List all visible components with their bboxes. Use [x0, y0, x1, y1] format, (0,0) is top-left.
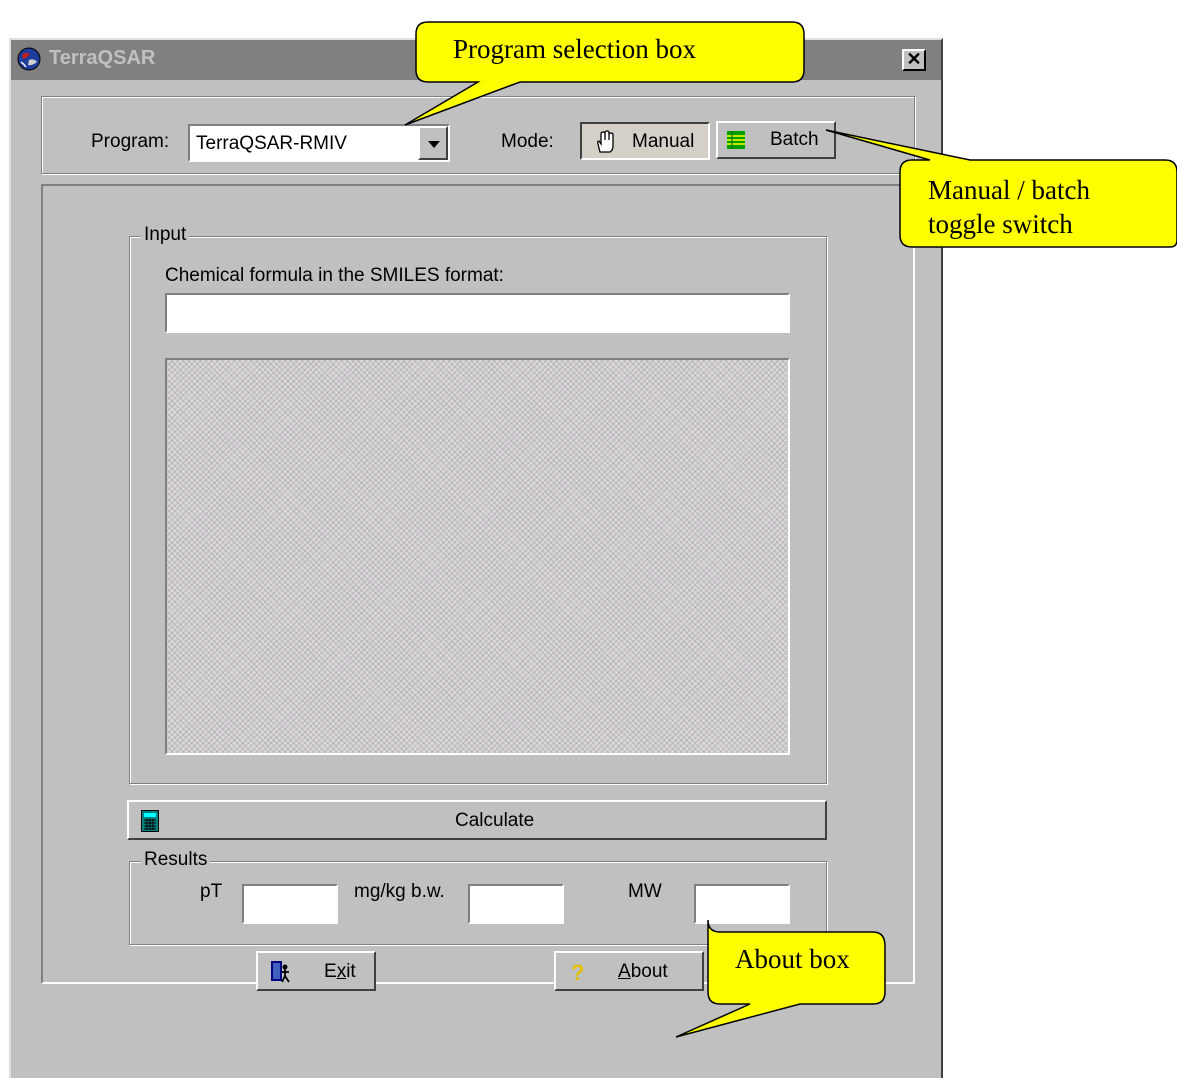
input-legend: Input	[141, 224, 190, 246]
mgkg-label: mg/kg b.w.	[354, 881, 445, 902]
manual-mode-button[interactable]: Manual	[580, 122, 710, 160]
close-icon: ✕	[906, 49, 922, 69]
batch-label: Batch	[770, 129, 819, 150]
program-select[interactable]: TerraQSAR-RMIV	[188, 124, 450, 162]
pt-label: pT	[200, 881, 223, 902]
mode-callout-line2: toggle switch	[928, 209, 1073, 239]
manual-label: Manual	[632, 131, 695, 152]
results-legend: Results	[141, 849, 211, 871]
mode-callout-line1: Manual / batch	[928, 175, 1090, 205]
mgkg-output[interactable]	[468, 884, 564, 924]
window-title: TerraQSAR	[49, 47, 156, 69]
calculator-icon	[141, 810, 159, 832]
program-dropdown-button[interactable]	[418, 126, 448, 160]
svg-text:?: ?	[571, 960, 584, 984]
batch-mode-button[interactable]: Batch	[716, 121, 836, 159]
about-button[interactable]: ? About	[554, 951, 704, 991]
mode-label: Mode:	[501, 131, 554, 152]
exit-button[interactable]: Exit	[256, 951, 376, 991]
batch-grid-icon	[727, 131, 745, 149]
title-bar: TerraQSAR ✕	[11, 40, 941, 80]
app-globe-icon	[17, 47, 41, 71]
smiles-label: Chemical formula in the SMILES format:	[165, 265, 504, 286]
exit-door-icon	[271, 961, 290, 983]
calculate-label: Calculate	[455, 810, 535, 831]
calculate-button[interactable]: Calculate	[127, 800, 827, 840]
smiles-input[interactable]	[165, 293, 790, 333]
close-button[interactable]: ✕	[902, 49, 926, 71]
about-label: About	[618, 961, 668, 982]
exit-label: Exit	[324, 961, 356, 982]
mw-label: MW	[628, 881, 662, 902]
terraqsar-window: TerraQSAR ✕ Program: TerraQSAR-RMIV Mode…	[9, 38, 943, 1078]
program-label: Program:	[91, 131, 170, 152]
hand-icon	[597, 130, 614, 153]
structure-display-area	[165, 358, 790, 755]
question-mark-icon: ?	[571, 960, 584, 984]
mw-output[interactable]	[694, 884, 790, 924]
pt-output[interactable]	[242, 884, 338, 924]
program-select-value: TerraQSAR-RMIV	[196, 133, 347, 154]
dropdown-arrow-icon	[428, 141, 440, 148]
